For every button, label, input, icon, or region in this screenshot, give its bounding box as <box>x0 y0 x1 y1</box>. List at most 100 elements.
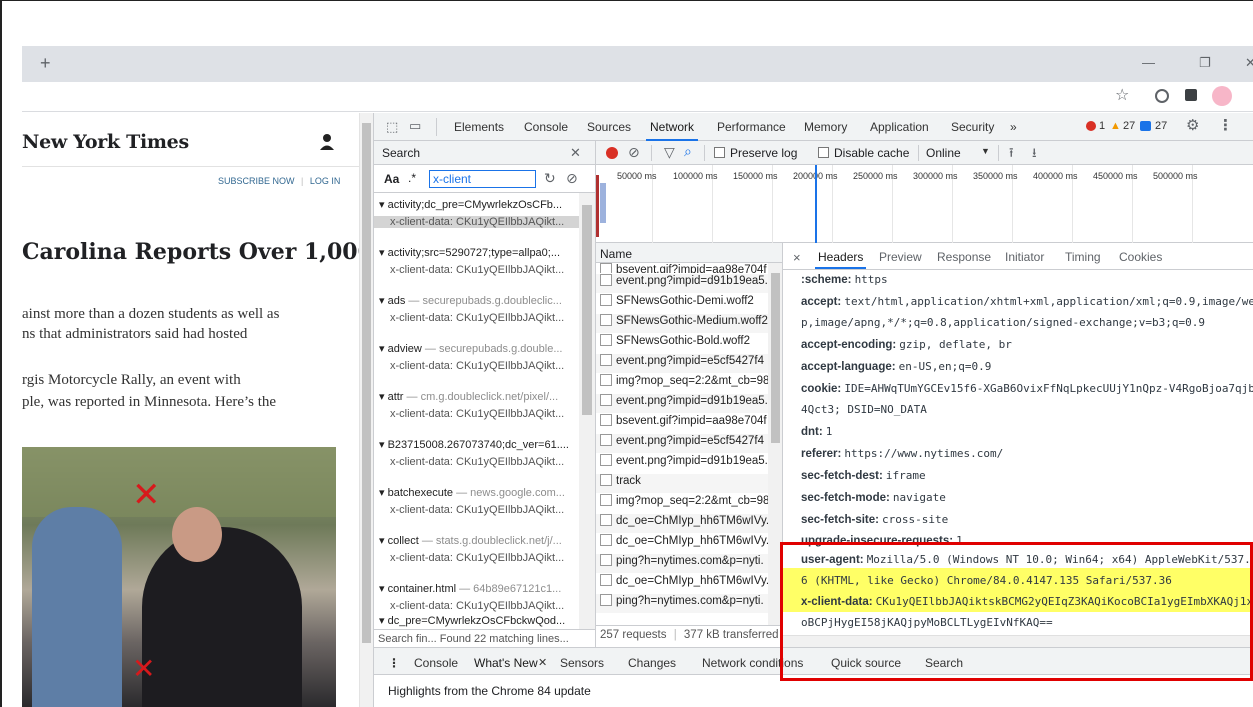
import-har-icon[interactable]: ⭱ <box>1009 144 1014 166</box>
reader-mode-icon[interactable] <box>1155 89 1169 103</box>
new-tab-button[interactable]: + <box>40 54 51 72</box>
header-line[interactable]: sec-fetch-site: cross-site <box>801 513 948 526</box>
request-row[interactable]: dc_oe=ChMIyp_hh6TM6wIVy. <box>596 534 768 553</box>
search-result-line[interactable]: x-client-data: CKu1yQEIlbbJAQikt... <box>390 264 564 276</box>
tab-initiator[interactable]: Initiator <box>1005 250 1044 264</box>
preserve-log-label[interactable]: Preserve log <box>730 146 797 160</box>
drawer-menu-kebab-icon[interactable]: ⋮ <box>388 656 400 670</box>
request-row[interactable]: event.png?impid=d91b19ea5. <box>596 454 768 473</box>
request-row[interactable]: event.png?impid=e5cf5427f4 <box>596 434 768 453</box>
tab-response[interactable]: Response <box>937 250 991 264</box>
device-toolbar-icon[interactable]: ▭ <box>409 119 421 133</box>
drawer-tab-sensors[interactable]: Sensors <box>560 656 604 670</box>
header-line[interactable]: 4Qct3; DSID=NO_DATA <box>801 403 927 416</box>
search-result-file[interactable]: ▾ collect — stats.g.doubleclick.net/j/..… <box>379 534 562 547</box>
account-user-icon[interactable] <box>319 133 335 151</box>
header-line[interactable]: referer: https://www.nytimes.com/ <box>801 447 1003 460</box>
search-result-file[interactable]: ▾ B23715008.267073740;dc_ver=61.... <box>379 438 569 451</box>
match-case-button[interactable]: Aa <box>384 172 399 186</box>
search-result-file[interactable]: ▾ activity;src=5290727;type=allpa0;... <box>379 246 560 259</box>
network-overview-timeline[interactable]: 50000 ms 100000 ms 150000 ms 200000 ms 2… <box>596 165 1253 243</box>
inspect-element-icon[interactable]: ⬚ <box>386 120 398 134</box>
regex-button[interactable]: .* <box>408 171 416 185</box>
search-icon[interactable]: ⌕ <box>684 143 692 160</box>
search-result-file[interactable]: ▾ container.html — 64b89e67121c1... <box>379 582 561 595</box>
nyt-logo[interactable]: New York Times <box>22 131 189 153</box>
error-count[interactable]: 1 <box>1099 120 1105 132</box>
search-result-line[interactable]: x-client-data: CKu1yQEIlbbJAQikt... <box>390 504 564 516</box>
request-row[interactable]: img?mop_seq=2:2&mt_cb=98 <box>596 374 768 393</box>
bookmark-star-icon[interactable]: ☆ <box>1115 87 1129 105</box>
request-list-scroll-thumb[interactable] <box>771 273 780 443</box>
request-row[interactable]: dc_oe=ChMIyp_hh6TM6wIVy. <box>596 574 768 593</box>
header-line[interactable]: :scheme: https <box>801 273 888 286</box>
request-row[interactable]: event.png?impid=d91b19ea5. <box>596 274 768 293</box>
header-line[interactable]: sec-fetch-dest: iframe <box>801 469 926 482</box>
close-search-icon[interactable]: ✕ <box>570 145 581 161</box>
page-scroll-thumb[interactable] <box>362 123 371 643</box>
search-results-scroll-thumb[interactable] <box>582 205 592 415</box>
warning-count[interactable]: 27 <box>1123 120 1135 132</box>
filter-funnel-icon[interactable]: ▽ <box>664 144 675 161</box>
page-scrollbar[interactable] <box>359 113 373 707</box>
tab-application[interactable]: Application <box>870 120 929 134</box>
throttling-dropdown-arrow-icon[interactable]: ▼ <box>981 146 990 156</box>
tab-security[interactable]: Security <box>951 120 994 134</box>
search-result-file[interactable]: ▾ dc_pre=CMywrlekzOsCFbckwQod... <box>379 614 565 627</box>
search-result-line[interactable]: x-client-data: CKu1yQEIlbbJAQikt... <box>390 408 564 420</box>
tab-memory[interactable]: Memory <box>804 120 847 134</box>
clear-log-icon[interactable]: ⊘ <box>628 144 640 161</box>
tab-headers[interactable]: Headers <box>814 250 867 269</box>
tab-sources[interactable]: Sources <box>587 120 631 134</box>
clear-search-icon[interactable]: ⊘ <box>566 170 578 187</box>
subscribe-link[interactable]: SUBSCRIBE NOW <box>218 176 295 186</box>
settings-gear-icon[interactable]: ⚙ <box>1186 118 1199 133</box>
header-line[interactable]: accept-language: en-US,en;q=0.9 <box>801 360 991 373</box>
request-row[interactable]: dc_oe=ChMIyp_hh6TM6wIVy. <box>596 514 768 533</box>
record-button[interactable] <box>606 147 618 159</box>
request-row[interactable]: bsevent.gif?impid=aa98e704f <box>596 414 768 433</box>
request-row[interactable]: img?mop_seq=2:2&mt_cb=98 <box>596 494 768 513</box>
search-result-line[interactable]: x-client-data: CKu1yQEIlbbJAQikt... <box>390 360 564 372</box>
login-link[interactable]: LOG IN <box>310 176 341 186</box>
tab-preview[interactable]: Preview <box>879 250 922 264</box>
info-count[interactable]: 27 <box>1155 120 1167 132</box>
close-window-button[interactable]: ✕ <box>1245 54 1253 72</box>
close-details-icon[interactable]: × <box>793 250 801 265</box>
request-row[interactable]: ping?h=nytimes.com&p=nyti. <box>596 594 768 613</box>
tab-cookies[interactable]: Cookies <box>1119 250 1162 264</box>
search-result-file[interactable]: ▾ activity;dc_pre=CMywrlekzOsCFb... <box>379 198 562 211</box>
article-headline[interactable]: Carolina Reports Over 1,000 <box>22 239 359 265</box>
refresh-icon[interactable]: ↻ <box>544 170 556 187</box>
search-result-line[interactable]: x-client-data: CKu1yQEIlbbJAQikt... <box>390 552 564 564</box>
tab-network[interactable]: Network <box>645 120 699 141</box>
header-line[interactable]: p,image/apng,*/*;q=0.8,application/signe… <box>801 316 1205 329</box>
search-input[interactable] <box>429 170 536 188</box>
request-row[interactable]: SFNewsGothic-Demi.woff2 <box>596 294 768 313</box>
disable-cache-checkbox[interactable] <box>818 147 829 158</box>
request-row[interactable]: SFNewsGothic-Medium.woff2 <box>596 314 768 333</box>
request-row[interactable]: event.png?impid=d91b19ea5. <box>596 394 768 413</box>
drawer-tab-console[interactable]: Console <box>414 656 458 670</box>
search-result-file[interactable]: ▾ batchexecute — news.google.com... <box>379 486 565 499</box>
header-line[interactable]: sec-fetch-mode: navigate <box>801 491 946 504</box>
request-row[interactable]: SFNewsGothic-Bold.woff2 <box>596 334 768 353</box>
header-line[interactable]: dnt: 1 <box>801 425 832 438</box>
export-har-icon[interactable]: ⭳ <box>1032 144 1037 166</box>
extensions-puzzle-icon[interactable] <box>1185 89 1197 101</box>
request-row[interactable]: ping?h=nytimes.com&p=nyti. <box>596 554 768 573</box>
search-result-line[interactable]: x-client-data: CKu1yQEIlbbJAQikt... <box>390 312 564 324</box>
tab-elements[interactable]: Elements <box>454 120 504 134</box>
close-whats-new-icon[interactable]: ✕ <box>538 656 547 669</box>
preserve-log-checkbox[interactable] <box>714 147 725 158</box>
tab-console[interactable]: Console <box>524 120 568 134</box>
search-result-line[interactable]: x-client-data: CKu1yQEIlbbJAQikt... <box>390 456 564 468</box>
drawer-tab-whats-new[interactable]: What's New <box>474 656 538 670</box>
header-line[interactable]: cookie: IDE=AHWqTUmYGCEv15f6-XGaB6OvixFf… <box>801 382 1253 395</box>
restore-button[interactable]: ❐ <box>1199 54 1211 72</box>
search-result-file[interactable]: ▾ adview — securepubads.g.double... <box>379 342 562 355</box>
search-result-file[interactable]: ▾ ads — securepubads.g.doubleclic... <box>379 294 562 307</box>
tab-timing[interactable]: Timing <box>1065 250 1101 264</box>
request-row[interactable]: track <box>596 474 768 493</box>
request-row[interactable]: event.png?impid=e5cf5427f4 <box>596 354 768 373</box>
